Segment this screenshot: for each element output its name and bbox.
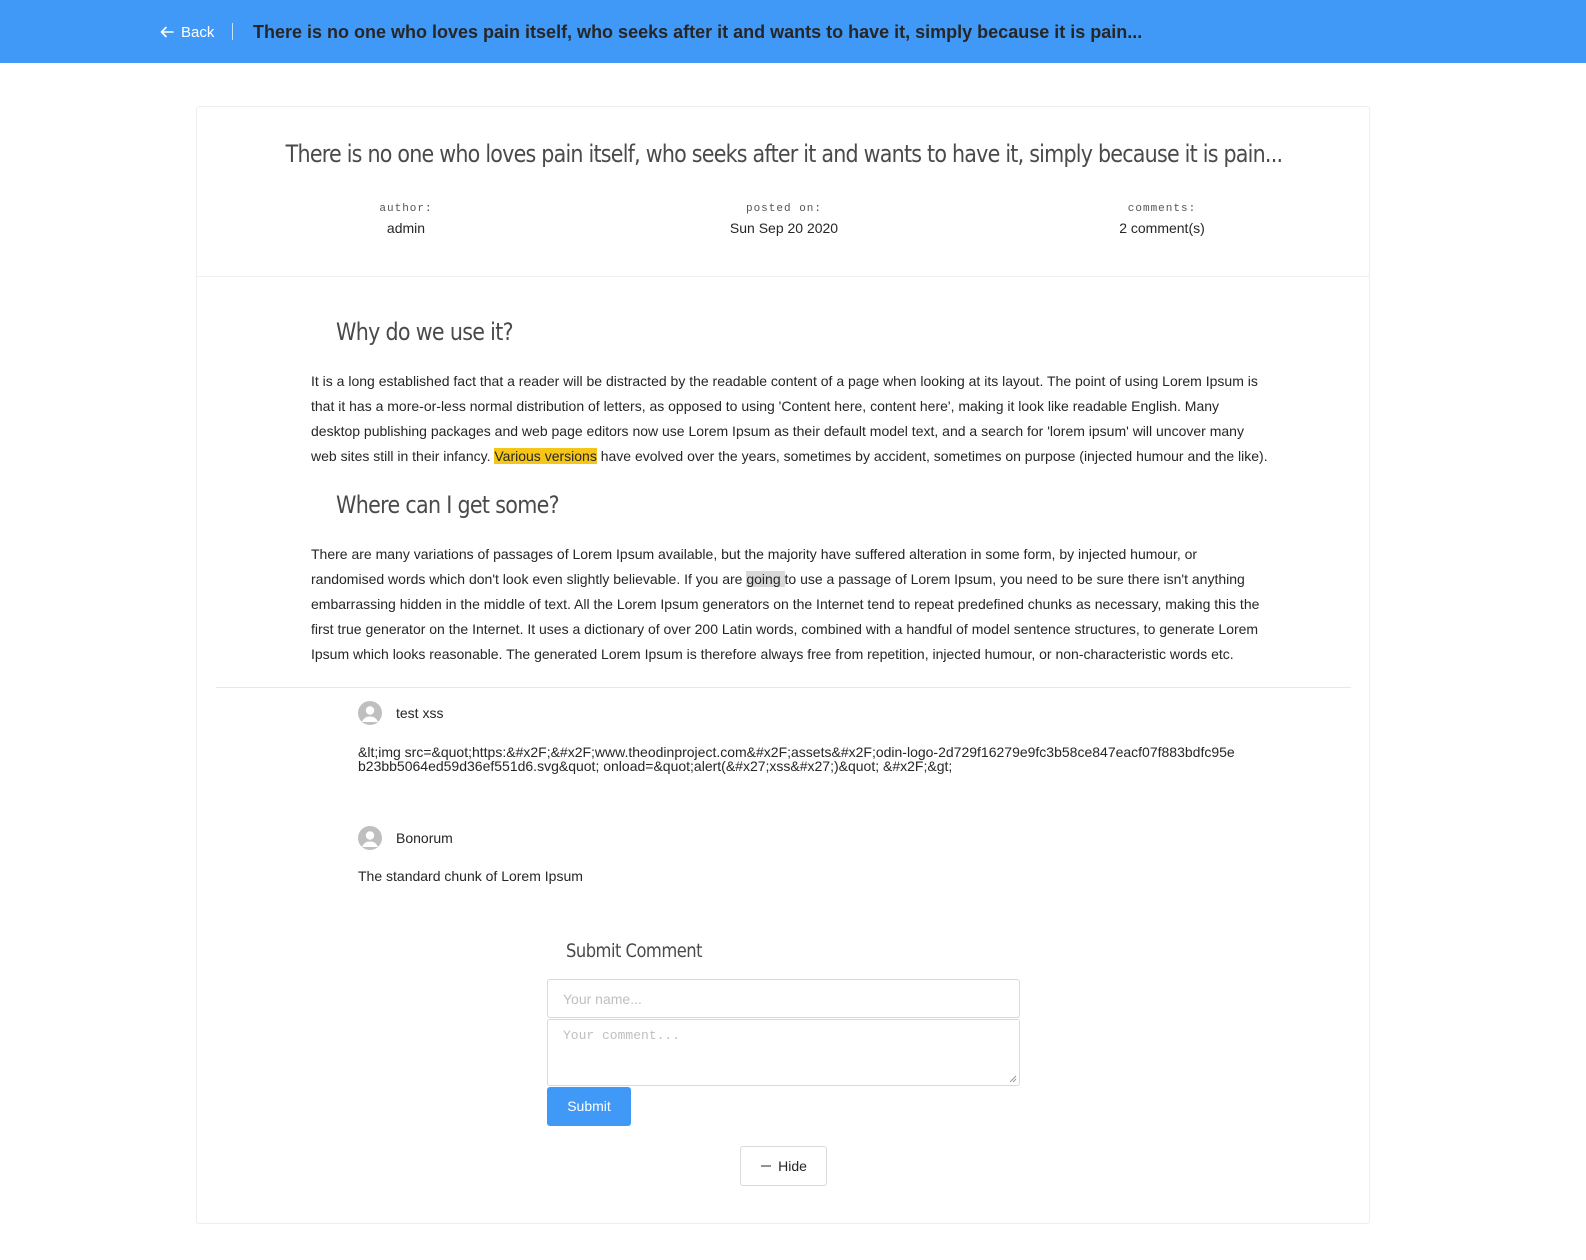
section-heading: Why do we use it? [336,318,514,346]
name-input[interactable]: Your name... [547,979,1020,1018]
avatar [358,701,382,725]
post-title: There is no one who loves pain itself, w… [285,140,1283,168]
back-label: Back [181,23,215,41]
meta-comments: comments: 2 comment(s) [1012,202,1312,236]
highlighted-text: Various versions [494,448,597,464]
user-icon [362,831,378,847]
comment-author: test xss [396,705,444,721]
avatar [358,826,382,850]
back-button[interactable]: Back [159,20,214,44]
comment-body: &lt;img src=&quot;https:&#x2F;&#x2F;www.… [358,744,1235,774]
minus-icon [761,1165,772,1167]
comment-author: Bonorum [396,830,453,846]
comment-body: The standard chunk of Lorem Ipsum [358,868,583,884]
comment-textarea[interactable]: Your comment... [547,1019,1020,1086]
resize-handle-icon[interactable] [1009,1075,1017,1083]
header-title: There is no one who loves pain itself, w… [253,22,1143,42]
comment-placeholder: Your comment... [563,1028,681,1043]
user-icon [362,706,378,722]
posted-label: posted on: [745,203,822,215]
name-placeholder: Your name... [563,991,642,1007]
hide-label: Hide [778,1158,807,1174]
header-divider [232,23,233,40]
submit-button[interactable]: Submit [547,1087,631,1126]
hide-button[interactable]: Hide [740,1146,827,1186]
arrow-left-icon [160,26,174,38]
comments-separator [216,687,1351,688]
submit-comment-title: Submit Comment [566,940,703,962]
section-heading: Where can I get some? [336,491,560,519]
meta-posted: posted on: Sun Sep 20 2020 [634,202,934,236]
meta-author: author: admin [256,202,556,236]
selected-text: going [746,571,785,587]
author-value: admin [386,220,426,236]
author-label: author: [379,203,433,215]
section-paragraph: It is a long established fact that a rea… [311,369,1271,469]
top-bar: Back There is no one who loves pain itse… [0,0,1586,63]
posted-value: Sun Sep 20 2020 [729,220,839,236]
header-separator [197,276,1369,277]
paragraph-text: have evolved over the years, sometimes b… [596,448,1268,464]
comments-label: comments: [1127,203,1197,215]
comments-count: 2 comment(s) [1119,220,1205,236]
section-paragraph: There are many variations of passages of… [311,542,1271,667]
